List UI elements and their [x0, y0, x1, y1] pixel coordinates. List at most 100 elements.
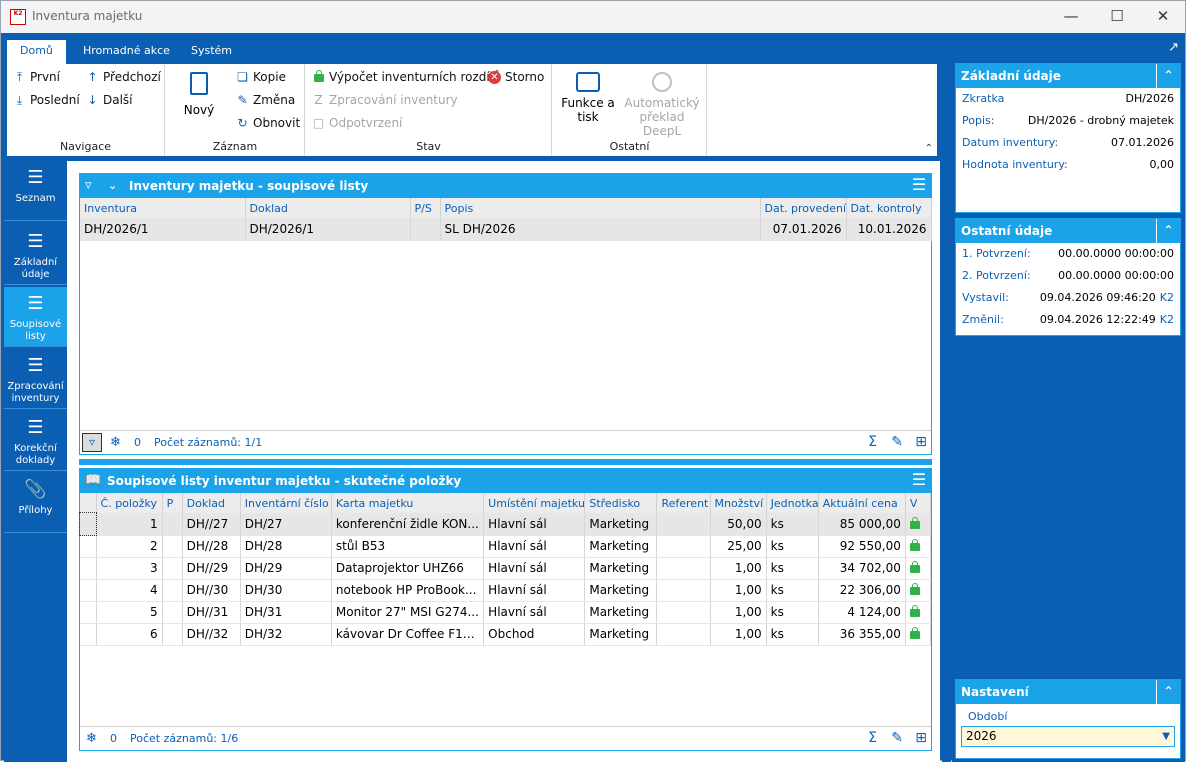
new-button[interactable]: Nový	[174, 72, 224, 117]
maximize-button[interactable]: ☐	[1094, 1, 1140, 33]
other-info-header[interactable]: Ostatní údaje ⌃	[956, 219, 1180, 243]
nav-item-soupisove-listy[interactable]: ☰ Soupisové listy	[4, 287, 67, 347]
chevron-down-icon[interactable]: ⌄	[108, 174, 117, 198]
info-value: DH/2026 - drobný majetek	[1027, 114, 1174, 127]
chevron-up-icon[interactable]: ⌃	[1156, 680, 1180, 704]
dropdown-icon[interactable]: ▼	[1162, 727, 1170, 746]
period-select[interactable]: 2026 ▼	[961, 726, 1175, 747]
change-button[interactable]: ✎ Změna	[236, 93, 295, 107]
nav-item-seznam[interactable]: ☰ Seznam	[4, 161, 67, 221]
col-referent[interactable]: Referent	[656, 493, 711, 513]
edit-icon[interactable]: ✎	[891, 727, 903, 750]
user-link[interactable]: K2	[1160, 313, 1174, 326]
col-ps[interactable]: P/S	[410, 198, 441, 218]
last-label: Poslední	[30, 93, 80, 107]
row-indicator[interactable]	[80, 623, 97, 646]
lock-grey-icon: □	[312, 115, 325, 130]
table-row[interactable]: 1 DH//27 DH/27 konferenční židle KON... Hlav…	[78, 512, 932, 536]
cell-jednotka: ks	[766, 513, 819, 536]
col-dat-kontroly[interactable]: Dat. kontroly	[846, 198, 932, 218]
table-row[interactable]: 4 DH//30 DH/30 notebook HP ProBook... Hlavní…	[80, 579, 932, 602]
col-popis[interactable]: Popis	[440, 198, 761, 218]
previous-button[interactable]: ↑ Předchozí	[86, 70, 160, 84]
bottom-menu-icon[interactable]: ☰	[907, 469, 931, 493]
functions-print-button[interactable]: Funkce a tisk	[559, 72, 617, 124]
navigace-label: Navigace	[59, 140, 112, 153]
bottom-section: 📖 Soupisové listy inventur majetku - sku…	[78, 468, 932, 751]
minimize-button[interactable]: —	[1048, 1, 1094, 33]
chevron-up-icon[interactable]: ⌃	[1156, 219, 1180, 243]
col-c-polozky[interactable]: Č. položky	[96, 493, 163, 513]
sum-icon[interactable]: Σ	[868, 431, 877, 454]
basic-info-header[interactable]: Základní údaje ⌃	[956, 64, 1180, 88]
col-doklad[interactable]: Doklad	[245, 198, 411, 218]
col-jednotka[interactable]: Jednotka	[766, 493, 819, 513]
copy-button[interactable]: ❏ Kopie	[236, 70, 286, 84]
deepl-translate-button[interactable]: Automatický překlad DeepL	[621, 72, 703, 138]
basic-info-title: Základní údaje	[961, 69, 1061, 83]
row-indicator[interactable]	[80, 557, 97, 580]
nav-item-prilohy[interactable]: 📎 Přílohy	[4, 473, 67, 533]
refresh-button[interactable]: ↻ Obnovit	[236, 116, 300, 130]
last-button[interactable]: ⤓ Poslední	[13, 93, 80, 107]
nav-item-korekcni-doklady[interactable]: ☰ Korekční doklady	[4, 411, 67, 471]
col-aktualni-cena[interactable]: Aktuální cena	[818, 493, 906, 513]
col-mnozstvi[interactable]: Množství	[710, 493, 767, 513]
top-menu-icon[interactable]: ☰	[907, 174, 931, 198]
cell-referent	[656, 535, 711, 558]
tab-domu[interactable]: Domů	[7, 40, 66, 64]
row-indicator[interactable]	[80, 535, 97, 558]
tab-system[interactable]: Systém	[178, 40, 245, 64]
sum-icon[interactable]: Σ	[868, 727, 877, 750]
settings-header[interactable]: Nastavení ⌃	[956, 680, 1180, 704]
row-indicator[interactable]	[80, 601, 97, 624]
vertical-splitter[interactable]	[942, 35, 951, 762]
filter-icon[interactable]: ▿	[85, 174, 92, 198]
add-icon[interactable]: ⊞	[915, 727, 927, 750]
col-karta-majetku[interactable]: Karta majetku	[331, 493, 485, 513]
snowflake-icon[interactable]: ❄	[110, 431, 121, 454]
cell-umisteni-majetku: Obchod	[483, 623, 586, 646]
table-row[interactable]: DH/2026/1 DH/2026/1 SL DH/2026 07.01.202…	[80, 218, 932, 241]
calc-differences-button[interactable]: Výpočet inventurních rozdílů	[312, 69, 501, 84]
col-inventura[interactable]: Inventura	[80, 198, 246, 218]
next-button[interactable]: ↓ Další	[86, 93, 132, 107]
add-icon[interactable]: ⊞	[915, 431, 927, 454]
edit-icon[interactable]: ✎	[891, 431, 903, 454]
table-row[interactable]: 6 DH//32 DH/32 kávovar Dr Coffee F10... Obch…	[80, 623, 932, 646]
row-indicator[interactable]	[78, 512, 98, 536]
popout-icon[interactable]: ↗	[1168, 40, 1179, 55]
unconfirm-button[interactable]: □ Odpotvrzení	[312, 115, 403, 130]
tab-hromadne-akce[interactable]: Hromadné akce	[70, 40, 183, 64]
top-section: ▿ ⌄ Inventury majetku - soupisové listy …	[79, 173, 932, 455]
table-row[interactable]: 3 DH//29 DH/29 Dataprojektor UHZ66 Hlavní sá…	[80, 557, 932, 580]
cell-doklad: DH/2026/1	[245, 218, 411, 241]
col-dat-provedeni[interactable]: Dat. provedení	[760, 198, 847, 218]
chevron-up-icon[interactable]: ⌃	[1156, 64, 1180, 88]
cell-referent	[656, 557, 711, 580]
col-stredisko[interactable]: Středisko	[584, 493, 658, 513]
splitter[interactable]	[79, 459, 932, 465]
col-doklad[interactable]: Doklad	[182, 493, 241, 513]
first-button[interactable]: ⤒ První	[13, 70, 60, 84]
pencil-icon: ✎	[237, 92, 248, 107]
col-inventarni-cislo[interactable]: Inventární číslo	[240, 493, 332, 513]
snowflake-icon[interactable]: ❄	[86, 727, 97, 750]
process-inventory-button[interactable]: Z Zpracování inventury	[312, 93, 457, 107]
user-link[interactable]: K2	[1160, 291, 1174, 304]
col-v[interactable]: V	[905, 493, 932, 513]
table-row[interactable]: 2 DH//28 DH/28 stůl B53 Hlavní sál Marketing 2…	[80, 535, 932, 558]
col-p[interactable]: P	[162, 493, 183, 513]
close-button[interactable]: ✕	[1140, 1, 1186, 33]
row-indicator[interactable]	[80, 579, 97, 602]
nav-item-zakladni-udaje[interactable]: ☰ Základní údaje	[4, 225, 67, 285]
ribbon-tabs: Domů Hromadné akce Systém	[4, 35, 940, 64]
col-umisteni-majetku[interactable]: Umístění majetku	[483, 493, 586, 513]
filter-toggle-icon[interactable]: ▿	[82, 433, 102, 452]
main-window: K2 Inventura majetku — ☐ ✕ Domů Hromadné…	[0, 0, 1186, 762]
table-row[interactable]: 5 DH//31 DH/31 Monitor 27" MSI G274... Hlavn…	[80, 601, 932, 624]
nav-item-zpracovani-inventury[interactable]: ☰ Zpracování inventury	[4, 349, 67, 409]
storno-button[interactable]: ✕ Storno	[488, 70, 544, 84]
cell-doklad: DH//27	[182, 513, 241, 536]
collapse-ribbon-icon[interactable]: ⌃	[925, 143, 933, 154]
